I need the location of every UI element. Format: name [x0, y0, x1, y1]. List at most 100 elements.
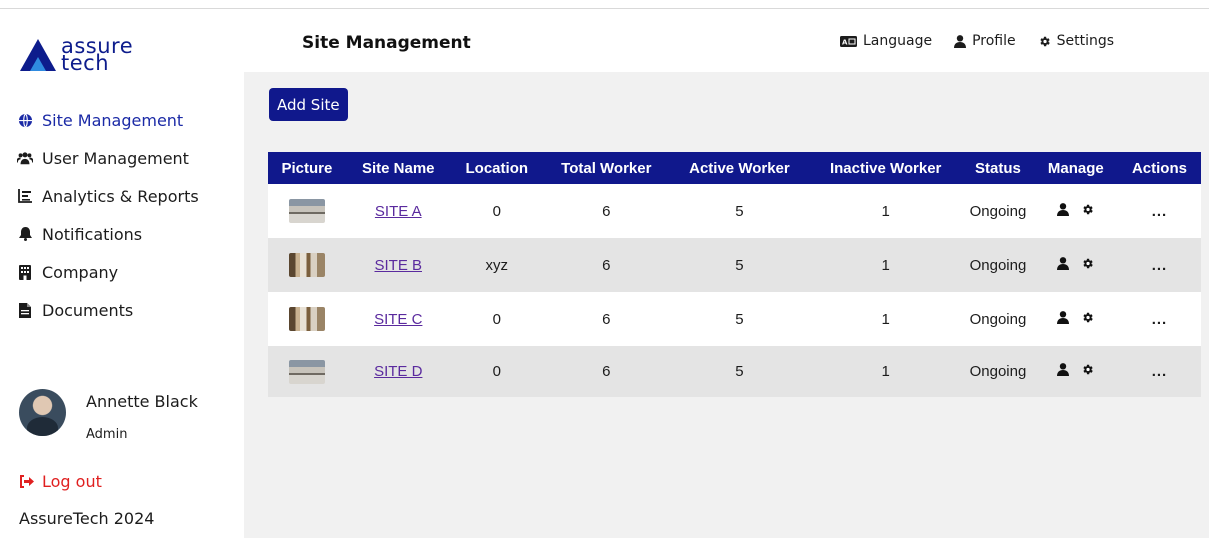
manage-cell — [1033, 292, 1118, 346]
location-cell: 0 — [450, 184, 543, 238]
logout-button[interactable]: Log out — [19, 472, 102, 491]
header-links: A Language Profile Settings — [840, 33, 1136, 49]
sidebar-item-label: Site Management — [42, 110, 184, 130]
total-worker-cell: 6 — [542, 238, 670, 292]
inactive-worker-cell: 1 — [809, 346, 963, 397]
inactive-worker-cell: 1 — [809, 238, 963, 292]
sidebar-nav: Site Management User Management Analytic… — [17, 101, 199, 329]
site-thumbnail[interactable] — [288, 307, 325, 331]
active-worker-cell: 5 — [669, 346, 810, 397]
sidebar-item-site-management[interactable]: Site Management — [17, 101, 199, 139]
manage-user-icon[interactable] — [1057, 256, 1070, 270]
page-title: Site Management — [302, 33, 471, 53]
building-icon — [17, 264, 33, 280]
site-name-link[interactable]: SITE C — [374, 311, 422, 328]
avatar — [19, 389, 66, 436]
language-link[interactable]: A Language — [840, 33, 932, 49]
site-name-link[interactable]: SITE D — [374, 363, 422, 380]
column-header-status[interactable]: Status — [962, 152, 1034, 184]
more-actions-button[interactable]: ... — [1152, 257, 1168, 274]
sidebar-item-company[interactable]: Company — [17, 253, 199, 291]
manage-gear-icon[interactable] — [1081, 203, 1094, 216]
column-header-active-worker[interactable]: Active Worker — [669, 152, 810, 184]
logout-icon — [19, 475, 34, 488]
language-icon: A — [840, 35, 857, 47]
user-role: Admin — [86, 427, 128, 442]
column-header-picture[interactable]: Picture — [268, 152, 346, 184]
site-thumbnail[interactable] — [288, 199, 325, 223]
sidebar-item-user-management[interactable]: User Management — [17, 139, 199, 177]
actions-cell: ... — [1117, 184, 1201, 238]
table-row: SITE B xyz 6 5 1 Ongoing ... — [268, 238, 1201, 292]
language-label: Language — [863, 33, 933, 49]
manage-gear-icon[interactable] — [1081, 311, 1094, 324]
column-header-site-name[interactable]: Site Name — [345, 152, 451, 184]
user-icon — [954, 34, 967, 48]
sidebar-item-documents[interactable]: Documents — [17, 291, 199, 329]
active-worker-cell: 5 — [669, 238, 810, 292]
manage-gear-icon[interactable] — [1081, 363, 1094, 376]
status-cell: Ongoing — [962, 184, 1034, 238]
picture-cell — [268, 238, 346, 292]
table-header-row: Picture Site Name Location Total Worker … — [268, 152, 1201, 184]
sidebar-item-label: User Management — [42, 148, 189, 168]
table-row: SITE A 0 6 5 1 Ongoing ... — [268, 184, 1201, 238]
status-cell: Ongoing — [962, 292, 1034, 346]
column-header-actions[interactable]: Actions — [1117, 152, 1201, 184]
sidebar-item-label: Analytics & Reports — [42, 186, 199, 206]
actions-cell: ... — [1117, 346, 1201, 397]
site-name-cell: SITE A — [345, 184, 451, 238]
chart-list-icon — [17, 188, 33, 204]
total-worker-cell: 6 — [542, 184, 670, 238]
column-header-inactive-worker[interactable]: Inactive Worker — [809, 152, 963, 184]
site-name-cell: SITE B — [345, 238, 451, 292]
svg-text:A: A — [842, 38, 848, 46]
settings-link[interactable]: Settings — [1038, 33, 1114, 49]
footer-brand: AssureTech 2024 — [19, 509, 155, 528]
picture-cell — [268, 184, 346, 238]
site-thumbnail[interactable] — [288, 253, 325, 277]
column-header-total-worker[interactable]: Total Worker — [542, 152, 670, 184]
manage-user-icon[interactable] — [1057, 310, 1070, 324]
location-cell: xyz — [450, 238, 543, 292]
sidebar-item-notifications[interactable]: Notifications — [17, 215, 199, 253]
bell-icon — [17, 226, 33, 242]
actions-cell: ... — [1117, 292, 1201, 346]
column-header-manage[interactable]: Manage — [1033, 152, 1118, 184]
logo-triangle-icon — [20, 39, 56, 71]
site-name-link[interactable]: SITE A — [375, 203, 422, 220]
site-name-cell: SITE C — [345, 292, 451, 346]
site-thumbnail[interactable] — [288, 359, 325, 384]
users-icon — [17, 150, 33, 166]
profile-label: Profile — [972, 33, 1016, 49]
sidebar-item-analytics-reports[interactable]: Analytics & Reports — [17, 177, 199, 215]
manage-user-icon[interactable] — [1057, 363, 1070, 376]
active-worker-cell: 5 — [669, 184, 810, 238]
add-site-button[interactable]: Add Site — [269, 88, 348, 121]
location-cell: 0 — [450, 346, 543, 397]
profile-link[interactable]: Profile — [954, 33, 1016, 49]
sites-table: Picture Site Name Location Total Worker … — [268, 152, 1201, 397]
status-cell: Ongoing — [962, 346, 1034, 397]
more-actions-button[interactable]: ... — [1152, 311, 1168, 328]
gear-icon — [1038, 35, 1051, 48]
column-header-location[interactable]: Location — [450, 152, 543, 184]
table-row: SITE C 0 6 5 1 Ongoing ... — [268, 292, 1201, 346]
file-icon — [17, 302, 33, 318]
manage-user-icon[interactable] — [1057, 202, 1070, 216]
user-name: Annette Black — [86, 392, 198, 411]
manage-cell — [1033, 346, 1118, 397]
total-worker-cell: 6 — [542, 346, 670, 397]
manage-cell — [1033, 238, 1118, 292]
sidebar-item-label: Notifications — [42, 224, 143, 244]
brand-logo[interactable]: assure tech — [19, 36, 133, 74]
manage-cell — [1033, 184, 1118, 238]
sidebar-item-label: Company — [42, 262, 119, 282]
more-actions-button[interactable]: ... — [1152, 203, 1168, 220]
manage-gear-icon[interactable] — [1081, 257, 1094, 270]
more-actions-button[interactable]: ... — [1152, 363, 1168, 380]
site-name-link[interactable]: SITE B — [374, 257, 422, 274]
user-card[interactable]: Annette Black Admin — [19, 389, 239, 449]
active-worker-cell: 5 — [669, 292, 810, 346]
sidebar: assure tech Site Management User Managem… — [0, 9, 244, 538]
